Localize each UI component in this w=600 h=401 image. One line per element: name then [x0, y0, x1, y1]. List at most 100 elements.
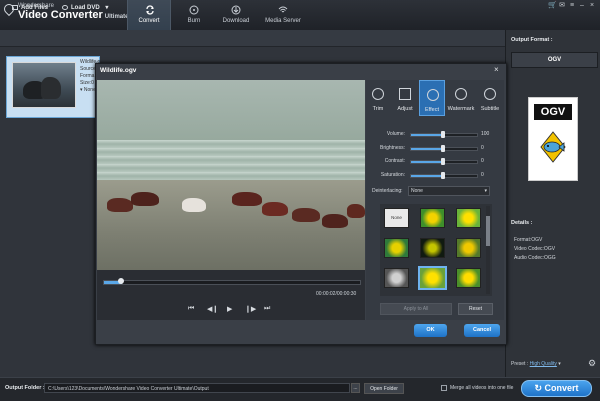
add-files-label: Add Files [21, 5, 49, 11]
chat-icon[interactable]: ✉ [558, 2, 566, 10]
watermark-icon [455, 88, 467, 100]
step-back-icon[interactable]: ◀❙ [207, 305, 218, 313]
play-icon[interactable]: ▶ [227, 305, 232, 313]
convert-label: Convert [544, 383, 579, 393]
window-controls: 🛒 ✉ ≡ – × [546, 2, 596, 10]
filter-thumb[interactable] [456, 208, 481, 228]
saturation-slider-fill [411, 175, 443, 177]
tab-adjust-label: Adjust [397, 106, 413, 112]
cancel-button[interactable]: Cancel [464, 324, 500, 337]
detail-format: Format:OGV [514, 237, 543, 243]
cart-icon[interactable]: 🛒 [548, 2, 557, 10]
saturation-label: Saturation: [380, 172, 405, 178]
filter-thumb[interactable] [456, 268, 481, 288]
filter-thumb[interactable] [420, 238, 445, 258]
format-icon-text: OGV [534, 104, 572, 120]
tab-effect[interactable]: Effect [419, 80, 445, 116]
tab-trim[interactable]: Trim [365, 80, 391, 116]
filter-thumb[interactable] [384, 268, 409, 288]
details-list: Format:OGV Video Codec:OGV Audio Codec:O… [514, 236, 556, 263]
filter-thumb[interactable] [384, 238, 409, 258]
effect-icon [427, 89, 439, 101]
volume-value: 100 [481, 131, 490, 137]
tab-trim-label: Trim [372, 106, 384, 112]
reset-button[interactable]: Reset [458, 303, 493, 315]
dialog-close-icon[interactable]: × [494, 65, 499, 74]
tab-convert[interactable]: Convert [127, 0, 171, 30]
toolbar [0, 30, 505, 47]
chevron-down-icon: ▾ [484, 188, 487, 194]
volume-slider-handle[interactable] [441, 131, 445, 138]
output-folder-input[interactable]: C:\Users\123\Documents\Wondershare Video… [44, 383, 350, 393]
filter-thumb[interactable] [456, 238, 481, 258]
output-format-select[interactable]: OGV [511, 52, 598, 68]
gear-icon[interactable]: ⚙ [588, 358, 596, 369]
filter-thumb[interactable]: None [384, 208, 409, 228]
seek-bar[interactable] [103, 280, 361, 285]
step-forward-icon[interactable]: ❙▶ [245, 305, 256, 313]
seek-handle[interactable] [118, 278, 124, 284]
format-file-icon[interactable]: OGV [528, 97, 578, 181]
video-thumbnail[interactable] [12, 62, 76, 108]
filter-thumb-selected[interactable] [418, 266, 447, 290]
filter-scrollbar[interactable] [486, 206, 490, 294]
brightness-slider-handle[interactable] [441, 145, 445, 152]
volume-slider-fill [411, 134, 443, 136]
brand-edition: Ultimate [104, 14, 129, 20]
tab-download-label: Download [222, 18, 250, 24]
brightness-value: 0 [481, 145, 484, 151]
close-icon[interactable]: × [588, 2, 596, 10]
dialog-title: Wildlife.ogv [100, 67, 137, 74]
add-file-icon [12, 4, 18, 10]
fish-icon [540, 131, 566, 163]
time-readout: 00:00:02/00:00:30 [316, 291, 357, 297]
deinterlacing-label: Deinterlacing: [372, 188, 403, 194]
detail-video-codec: Video Codec:OGV [514, 246, 556, 252]
deinterlacing-value: None [411, 188, 423, 194]
filter-thumb[interactable] [420, 208, 445, 228]
convert-button[interactable]: ↻ Convert [521, 380, 592, 397]
brightness-slider-fill [411, 148, 443, 150]
contrast-slider-fill [411, 161, 443, 163]
tab-burn-label: Burn [187, 18, 201, 24]
tab-media-server-label: Media Server [265, 18, 301, 24]
filter-none-label: None [391, 215, 402, 220]
crop-icon [399, 88, 411, 100]
convert-icon: ↻ [534, 383, 545, 393]
preset-select[interactable]: High Quality [530, 361, 557, 367]
merge-label: Merge all videos into one file [450, 385, 514, 391]
chevron-down-icon[interactable]: ▾ [105, 5, 108, 11]
minimize-icon[interactable]: – [578, 2, 586, 10]
tab-effect-label: Effect [425, 107, 439, 113]
scissors-icon [372, 88, 384, 100]
tab-media-server[interactable]: Media Server [258, 0, 308, 30]
convert-icon [146, 5, 154, 15]
skip-forward-icon[interactable]: ⏭ [264, 305, 270, 313]
load-dvd-button[interactable]: Load DVD ▾ [62, 3, 108, 13]
tab-adjust[interactable]: Adjust [392, 80, 418, 116]
wifi-icon [278, 6, 288, 13]
deinterlacing-select[interactable]: None ▾ [408, 186, 490, 196]
skip-back-icon[interactable]: ⏮ [188, 305, 194, 313]
menu-icon[interactable]: ≡ [568, 2, 576, 10]
browse-button[interactable]: ... [351, 383, 360, 393]
tab-watermark-label: Watermark [447, 106, 475, 112]
open-folder-button[interactable]: Open Folder [364, 383, 404, 394]
contrast-slider-handle[interactable] [441, 158, 445, 165]
output-panel [505, 30, 600, 377]
tab-download[interactable]: Download [214, 0, 258, 30]
merge-checkbox[interactable] [441, 385, 447, 391]
ok-button[interactable]: OK [414, 324, 447, 337]
tab-watermark[interactable]: Watermark [446, 80, 476, 116]
contrast-value: 0 [481, 158, 484, 164]
saturation-slider-handle[interactable] [441, 172, 445, 179]
load-dvd-label: Load DVD [71, 5, 100, 11]
add-files-button[interactable]: Add Files [12, 3, 48, 13]
volume-label: Volume: [386, 131, 405, 137]
apply-to-all-button[interactable]: Apply to All [380, 303, 452, 315]
video-preview[interactable] [97, 80, 365, 270]
disc-icon [189, 5, 199, 15]
tab-burn[interactable]: Burn [172, 0, 216, 30]
filter-grid: None [380, 204, 492, 296]
tab-subtitle[interactable]: Subtitle [477, 80, 503, 116]
